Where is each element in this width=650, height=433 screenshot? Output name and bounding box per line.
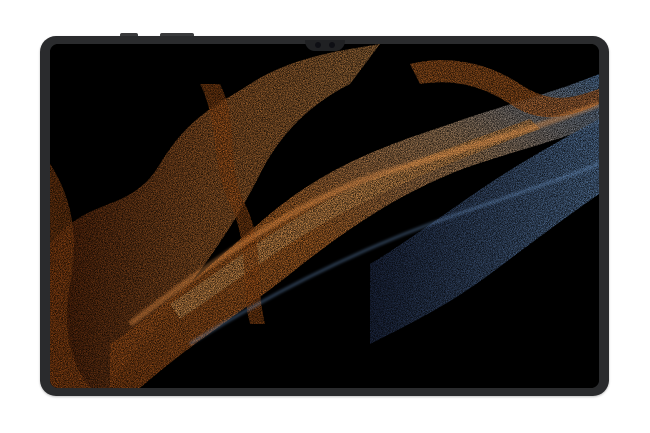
front-camera-icon [329,42,335,48]
product-image [0,0,650,433]
front-camera-icon [315,42,321,48]
camera-notch [305,40,345,51]
particle-wave-wallpaper [50,44,599,388]
tablet-screen [50,44,599,388]
